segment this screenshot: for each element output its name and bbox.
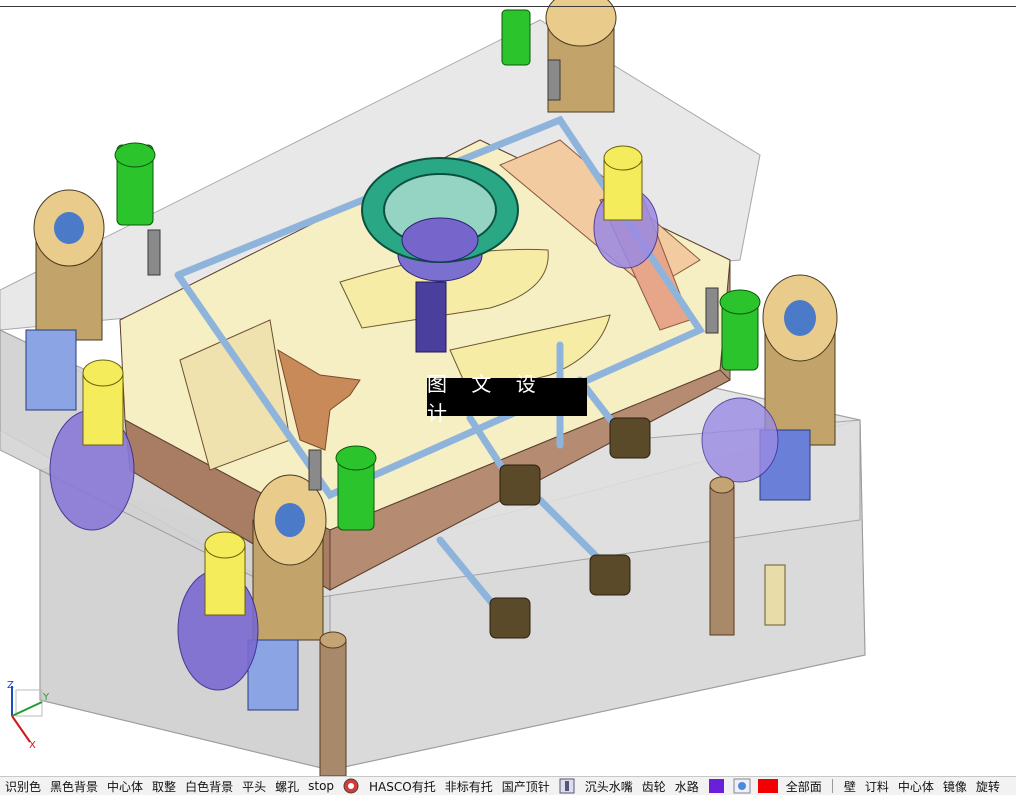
- axis-y-label: Y: [42, 692, 50, 703]
- axis-x-label: X: [29, 740, 36, 750]
- toolbar-btn-flat-head[interactable]: 平头: [233, 778, 270, 795]
- axis-z-label: Z: [7, 680, 14, 691]
- watermark-label: 图 文 设 计: [427, 372, 587, 425]
- toolbar-btn-white-bg[interactable]: 白色背景: [176, 778, 237, 795]
- toolbar-btn-hasco[interactable]: HASCO有托: [360, 778, 440, 795]
- display-mode-icon[interactable]: [731, 778, 753, 794]
- toolbar-btn-screw-hole[interactable]: 螺孔: [266, 778, 303, 795]
- toolbar-btn-nonstandard[interactable]: 非标有托: [436, 778, 497, 795]
- toolbar-btn-ejector-pin[interactable]: 国产顶针: [493, 778, 554, 795]
- hasco-logo-icon[interactable]: [340, 778, 362, 794]
- toolbar-btn-rotate[interactable]: 旋转: [967, 778, 1004, 795]
- toolbar-btn-black-bg[interactable]: 黑色背景: [41, 778, 102, 795]
- toolbar-btn-stop[interactable]: stop: [299, 779, 338, 793]
- red-swatch-icon[interactable]: [757, 778, 779, 794]
- toolbar-btn-round[interactable]: 取整: [143, 778, 180, 795]
- toolbar-btn-mirror[interactable]: 镜像: [934, 778, 971, 795]
- toolbar-separator: [831, 779, 833, 793]
- axis-triad-icon: Z Y X: [7, 680, 50, 750]
- purple-swatch-icon[interactable]: [705, 778, 727, 794]
- toolbar-btn-water-nozzle[interactable]: 沉头水嘴: [576, 778, 637, 795]
- pin-icon[interactable]: [556, 778, 578, 794]
- toolbar-btn-center-body-2[interactable]: 中心体: [889, 778, 938, 795]
- toolbar-btn-water-line[interactable]: 水路: [666, 778, 703, 795]
- toolbar-btn-feature-color[interactable]: 识别色: [0, 778, 45, 795]
- command-toolbar: 识别色 黑色背景 中心体 取整 白色背景 平头 螺孔 stop HASCO有托 …: [0, 776, 1016, 795]
- toolbar-btn-order[interactable]: 订料: [856, 778, 893, 795]
- toolbar-btn-center-body[interactable]: 中心体: [98, 778, 147, 795]
- window-top-edge: [0, 6, 1016, 7]
- toolbar-btn-all-faces[interactable]: 全部面: [777, 778, 826, 795]
- toolbar-btn-gear[interactable]: 齿轮: [633, 778, 670, 795]
